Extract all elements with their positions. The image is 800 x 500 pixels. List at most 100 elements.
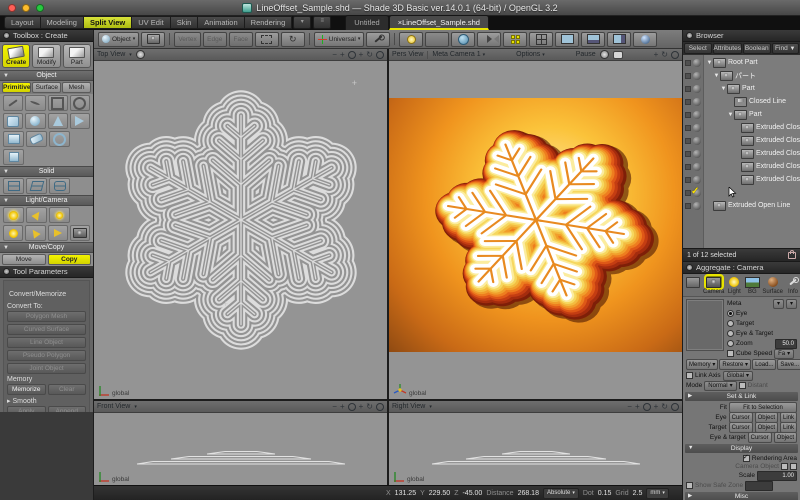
gutter-row[interactable] (683, 173, 703, 186)
visibility-ball-icon[interactable] (693, 176, 701, 184)
gutter-row[interactable] (683, 160, 703, 173)
tab-rendering[interactable]: Rendering (244, 16, 293, 29)
eye-target-cursor-button[interactable]: Cursor (748, 432, 772, 443)
create-mode-button[interactable]: Create (2, 44, 30, 68)
browser-tab-attributes[interactable]: Attributes (713, 43, 742, 54)
save-button[interactable]: Save... (777, 359, 800, 370)
wedge-button[interactable] (70, 113, 90, 129)
cube-button[interactable] (3, 149, 24, 165)
point-light-button[interactable] (3, 207, 24, 223)
load-button[interactable]: Load... (752, 359, 776, 370)
meta-sub-dropdown[interactable]: ▾ (786, 299, 797, 309)
show-safe-zone-checkbox[interactable] (686, 482, 693, 489)
move-button[interactable]: Move (2, 254, 46, 265)
unit-dropdown[interactable]: mm ▾ (646, 488, 669, 499)
pan-button[interactable]: + (359, 50, 364, 59)
zoom-value-field[interactable]: 50.0 (775, 339, 797, 349)
browser-header[interactable]: Browser (683, 30, 800, 42)
tree-row-extruded-closed[interactable]: Extruded Closed (704, 173, 800, 186)
rendering-area-checkbox[interactable] (743, 455, 750, 462)
tree-row-extruded-closed[interactable]: Extruded Closed (704, 121, 800, 134)
pose-tool-button[interactable] (366, 32, 390, 47)
camera-preview[interactable] (686, 299, 724, 351)
mode-dropdown[interactable]: Normal ▾ (704, 381, 736, 391)
right-view-canvas[interactable]: global (389, 413, 682, 485)
mirror-view-button[interactable] (477, 32, 501, 47)
grid-snap-button[interactable] (503, 32, 527, 47)
memorize-button[interactable]: Memorize (7, 384, 46, 395)
convert-polygon-mesh-button[interactable]: Polygon Mesh (7, 311, 86, 322)
aggregate-tab-bg[interactable]: BG (744, 276, 760, 295)
tab-split-view[interactable]: Split View (83, 16, 132, 29)
view-menu-arrow[interactable]: ▾ (129, 52, 132, 58)
single-view-button[interactable] (555, 32, 579, 47)
camera-object-button[interactable] (70, 225, 90, 241)
distant-light-button[interactable] (49, 207, 70, 223)
camera-select-dropdown[interactable]: Meta Camera 1 ▾ (432, 51, 485, 58)
render-flag-icon[interactable] (685, 138, 691, 144)
meta-dropdown[interactable]: ▾ (773, 299, 784, 309)
edge-mode-button[interactable]: Edge (203, 32, 227, 47)
gutter-row[interactable] (683, 82, 703, 95)
tree-row-part-2[interactable]: ▼Part (704, 108, 800, 121)
doc-tab-untitled[interactable]: Untitled (345, 15, 388, 30)
convert-line-object-button[interactable]: Line Object (7, 337, 86, 348)
split-side-view-button[interactable] (607, 32, 631, 47)
convert-curved-surface-button[interactable]: Curved Surface (7, 324, 86, 335)
magnifier-icon[interactable] (643, 403, 651, 411)
browser-tab-find[interactable]: Find ▼ (772, 43, 800, 54)
visibility-ball-icon[interactable] (693, 124, 701, 132)
tab-surface[interactable]: Surface (32, 82, 61, 93)
spot-light-button[interactable] (26, 207, 47, 223)
zoom-in-button[interactable]: + (340, 50, 345, 59)
magnifier-icon[interactable] (348, 403, 356, 411)
zoom-tool-icon[interactable] (376, 51, 384, 59)
comment-icon[interactable] (613, 51, 623, 59)
tree-row-root-part[interactable]: ▼Root Part (704, 56, 800, 69)
memory-button[interactable]: Memory ▾ (686, 359, 718, 370)
toolbox-header[interactable]: Toolbox : Create (0, 30, 93, 42)
workspace-menu-button[interactable]: ≡ (313, 16, 331, 29)
render-flag-icon[interactable] (685, 60, 691, 66)
ambient-light-button[interactable] (48, 225, 68, 241)
gutter-row[interactable] (683, 134, 703, 147)
zoom-radio[interactable] (727, 340, 734, 347)
zoom-out-button[interactable]: − (627, 402, 632, 411)
zoom-tool-icon[interactable] (376, 403, 384, 411)
visibility-ball-icon[interactable] (693, 202, 701, 210)
pan-button[interactable]: + (654, 50, 659, 59)
cube-speed-dropdown[interactable]: Fa ▾ (774, 349, 794, 359)
display-section-header[interactable]: ▼Display (685, 444, 798, 453)
view-settings-gear-icon[interactable] (136, 50, 145, 59)
visibility-ball-icon[interactable] (693, 98, 701, 106)
light-toggle-button[interactable] (399, 32, 423, 47)
tab-primitive[interactable]: Primitive (2, 82, 31, 93)
render-preview-button[interactable] (633, 32, 657, 47)
circle-line-tool-button[interactable] (70, 95, 90, 111)
convert-pseudo-polygon-button[interactable]: Pseudo Polygon (7, 350, 86, 361)
tab-uv-edit[interactable]: UV Edit (131, 16, 170, 29)
tab-animation[interactable]: Animation (197, 16, 244, 29)
view-menu-arrow[interactable]: ▾ (429, 404, 432, 410)
camera-object-checkbox-2[interactable] (790, 463, 797, 470)
aggregate-tab-light[interactable]: Light (726, 276, 742, 295)
magnifier-icon[interactable] (348, 51, 356, 59)
render-flag-icon[interactable] (685, 73, 691, 79)
visibility-ball-icon[interactable] (693, 137, 701, 145)
aggregate-tab-surface[interactable]: Surface (762, 276, 783, 295)
render-flag-icon[interactable] (685, 164, 691, 170)
front-view-canvas[interactable]: global (94, 413, 387, 485)
top-view-label[interactable]: Top View (97, 51, 125, 58)
render-flag-icon[interactable] (685, 203, 691, 209)
eye-target-radio[interactable] (727, 330, 734, 337)
restore-button[interactable]: Restore ▾ (719, 359, 751, 370)
marquee-select-button[interactable] (255, 32, 279, 47)
orbit-button[interactable]: ↻ (661, 50, 668, 59)
zoom-tool-icon[interactable] (671, 403, 679, 411)
camera-object-checkbox-1[interactable] (781, 463, 788, 470)
gutter-row[interactable] (683, 121, 703, 134)
tree-row-closed-line[interactable]: Closed Line (704, 95, 800, 108)
disc-button[interactable] (49, 131, 70, 147)
face-mode-button[interactable]: Face (229, 32, 253, 47)
render-flag-icon[interactable] (685, 151, 691, 157)
